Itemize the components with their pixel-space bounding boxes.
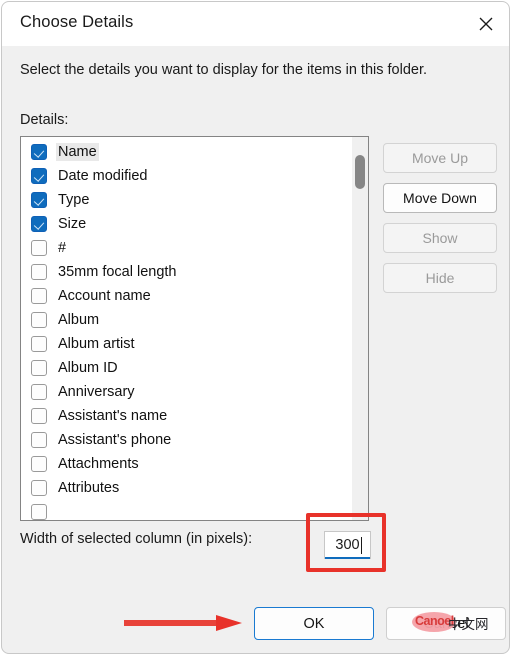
dialog-titlebar: Choose Details: [2, 2, 509, 46]
list-item[interactable]: Name: [21, 140, 351, 164]
instruction-text: Select the details you want to display f…: [20, 62, 428, 78]
ok-button[interactable]: OK: [254, 607, 374, 640]
list-item[interactable]: Type: [21, 188, 351, 212]
cancel-button[interactable]: Cancel: [386, 607, 506, 640]
column-width-label: Width of selected column (in pixels):: [20, 531, 253, 547]
list-item[interactable]: Size: [21, 212, 351, 236]
checkbox-unchecked-icon[interactable]: [31, 432, 47, 448]
list-item-label: Attributes: [58, 480, 120, 496]
list-item-label: Album: [58, 312, 100, 328]
checkbox-checked-icon[interactable]: [31, 192, 47, 208]
checkbox-unchecked-icon[interactable]: [31, 456, 47, 472]
list-item[interactable]: Attachments: [21, 452, 351, 476]
listbox-scrollbar-track[interactable]: [352, 137, 368, 520]
list-item[interactable]: #: [21, 236, 351, 260]
list-item[interactable]: 35mm focal length: [21, 260, 351, 284]
list-item-label: Date modified: [58, 168, 148, 184]
list-item-label: Size: [58, 216, 87, 232]
list-item-label: #: [58, 240, 67, 256]
list-item-label: Attachments: [58, 456, 139, 472]
list-item-label: Name: [56, 143, 99, 161]
choose-details-dialog: Choose Details Select the details you wa…: [1, 1, 510, 654]
list-item-label: Assistant's name: [58, 408, 168, 424]
details-list-items: Name Date modified Type Size #35mm focal len…: [21, 137, 351, 520]
checkbox-unchecked-icon[interactable]: [31, 408, 47, 424]
checkbox-unchecked-icon[interactable]: [31, 360, 47, 376]
list-item[interactable]: Account name: [21, 284, 351, 308]
list-item-label: Type: [58, 192, 90, 208]
dialog-title: Choose Details: [20, 13, 134, 31]
text-caret: [361, 537, 362, 554]
checkbox-unchecked-icon[interactable]: [31, 504, 47, 520]
list-item[interactable]: Album: [21, 308, 351, 332]
list-item[interactable]: Assistant's name: [21, 404, 351, 428]
list-item-label: 35mm focal length: [58, 264, 177, 280]
checkbox-unchecked-icon[interactable]: [31, 336, 47, 352]
move-down-button[interactable]: Move Down: [383, 183, 497, 213]
list-item-label: Assistant's phone: [58, 432, 172, 448]
checkbox-unchecked-icon[interactable]: [31, 480, 47, 496]
checkbox-checked-icon[interactable]: [31, 144, 47, 160]
show-button[interactable]: Show: [383, 223, 497, 253]
close-icon: [463, 15, 509, 33]
list-item[interactable]: Attributes: [21, 476, 351, 500]
checkbox-unchecked-icon[interactable]: [31, 264, 47, 280]
close-button[interactable]: [463, 2, 509, 46]
list-item-label: Album artist: [58, 336, 135, 352]
list-item[interactable]: Album artist: [21, 332, 351, 356]
details-label: Details:: [20, 112, 69, 128]
list-item[interactable]: Anniversary: [21, 380, 351, 404]
column-width-input-wrapper[interactable]: [324, 531, 371, 559]
list-item-label: Account name: [58, 288, 151, 304]
checkbox-unchecked-icon[interactable]: [31, 288, 47, 304]
checkbox-checked-icon[interactable]: [31, 168, 47, 184]
hide-button[interactable]: Hide: [383, 263, 497, 293]
list-item[interactable]: Album ID: [21, 356, 351, 380]
move-up-button[interactable]: Move Up: [383, 143, 497, 173]
list-item[interactable]: Date modified: [21, 164, 351, 188]
list-item[interactable]: [21, 500, 351, 520]
list-item[interactable]: Assistant's phone: [21, 428, 351, 452]
checkbox-checked-icon[interactable]: [31, 216, 47, 232]
listbox-scrollbar-thumb[interactable]: [355, 155, 365, 189]
column-width-input[interactable]: [325, 532, 370, 558]
list-item-label: Anniversary: [58, 384, 135, 400]
checkbox-unchecked-icon[interactable]: [31, 240, 47, 256]
checkbox-unchecked-icon[interactable]: [31, 312, 47, 328]
details-listbox[interactable]: Name Date modified Type Size #35mm focal len…: [20, 136, 369, 521]
checkbox-unchecked-icon[interactable]: [31, 384, 47, 400]
list-item-label: Album ID: [58, 360, 118, 376]
